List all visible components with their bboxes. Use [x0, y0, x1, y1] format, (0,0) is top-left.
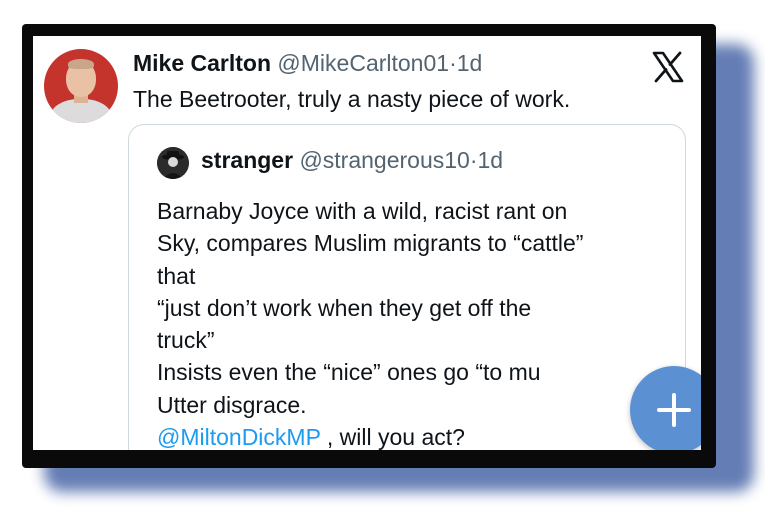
author-handle[interactable]: @MikeCarlton01 [277, 50, 449, 76]
tweet-card[interactable]: Mike Carlton @MikeCarlton01·1d The Beetr… [33, 36, 701, 450]
quoted-line: truck” [157, 327, 215, 354]
quoted-timestamp[interactable]: 1d [478, 147, 504, 173]
avatar[interactable] [44, 49, 118, 123]
quoted-line: Insists even the “nice” ones go “to mu [157, 359, 541, 386]
x-logo-icon [652, 51, 684, 83]
mention-link[interactable]: @MiltonDickMP [157, 424, 321, 450]
quoted-header: stranger @strangerous10·1d [201, 147, 503, 174]
quoted-avatar[interactable] [157, 147, 189, 179]
separator: · [449, 50, 457, 76]
tweet-text: The Beetrooter, truly a nasty piece of w… [133, 86, 571, 112]
quoted-line: “just don’t work when they get off the [157, 294, 532, 321]
quoted-line: that [157, 262, 196, 289]
quoted-line: Barnaby Joyce with a wild, racist rant o… [157, 198, 568, 224]
quoted-separator: · [469, 147, 478, 173]
author-name[interactable]: Mike Carlton [133, 50, 271, 76]
mention-suffix: , will you act? [320, 424, 465, 450]
quoted-line-mention: @MiltonDickMP , will you act? [157, 421, 583, 450]
quoted-tweet[interactable]: stranger @strangerous10·1d Barnaby Joyce… [128, 124, 686, 450]
quoted-line: Sky, compares Muslim migrants to “cattle… [157, 230, 584, 257]
quoted-handle[interactable]: @strangerous10 [299, 147, 469, 173]
compose-button[interactable] [630, 366, 701, 450]
tweet-header: Mike Carlton @MikeCarlton01·1d [133, 50, 482, 77]
quoted-line: Utter disgrace. [157, 391, 307, 418]
quoted-text: Barnaby Joyce with a wild, racist rant o… [157, 195, 583, 450]
timestamp[interactable]: 1d [457, 50, 483, 76]
avatar-hair [68, 59, 94, 69]
plus-icon [657, 393, 691, 427]
quoted-author-name[interactable]: stranger [201, 147, 293, 173]
